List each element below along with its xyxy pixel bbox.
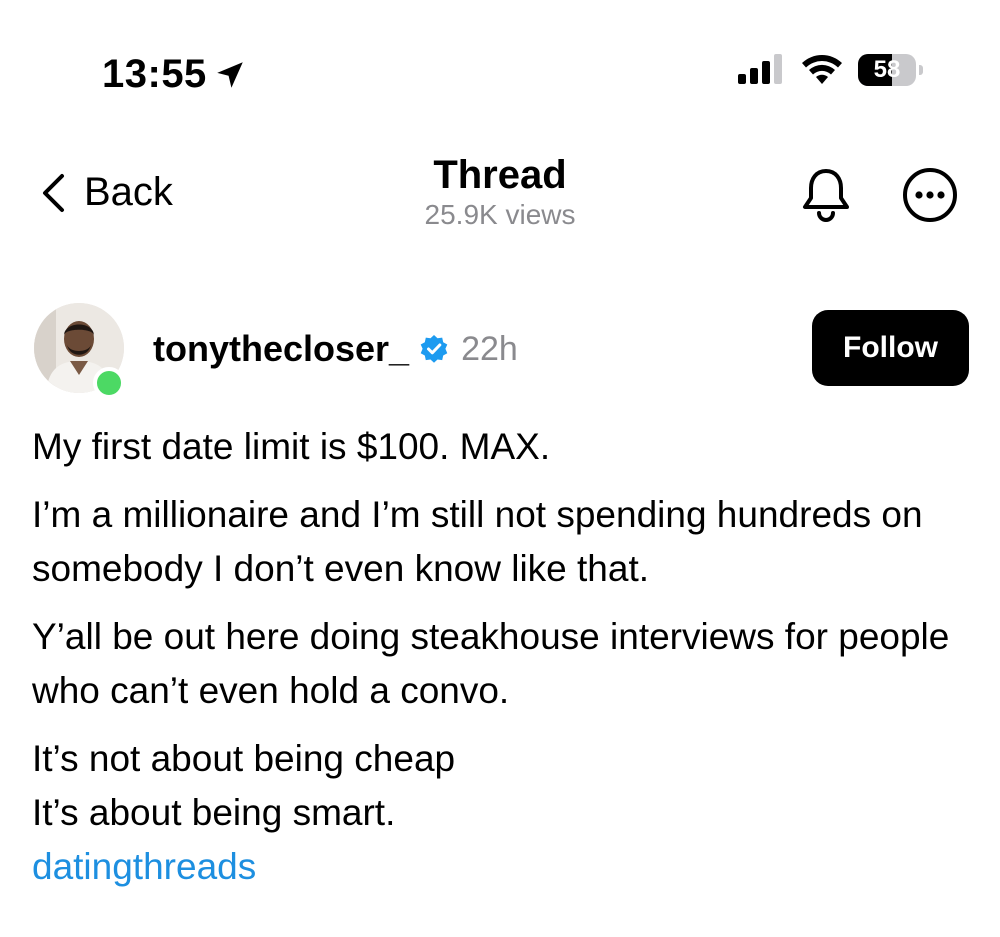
wifi-icon xyxy=(802,55,842,84)
follow-button[interactable]: Follow xyxy=(812,310,969,386)
post-paragraph: My first date limit is $100. MAX. xyxy=(32,426,551,467)
author-line: tonythecloser_ 22h xyxy=(153,328,518,370)
back-button[interactable]: Back xyxy=(40,170,173,215)
post-timestamp: 22h xyxy=(461,329,518,368)
battery-indicator: 58 xyxy=(858,54,923,86)
status-time: 13:55 xyxy=(102,52,247,97)
clock-label: 13:55 xyxy=(102,52,207,96)
location-arrow-icon xyxy=(217,61,243,88)
battery-nub xyxy=(919,65,923,75)
post-paragraph: It’s not about being cheap xyxy=(32,738,456,779)
more-icon xyxy=(903,168,957,222)
chevron-left-icon xyxy=(43,173,64,212)
more-options-button[interactable] xyxy=(901,166,959,229)
cellular-signal-icon xyxy=(738,54,782,84)
topic-tag-link[interactable]: datingthreads xyxy=(32,846,256,887)
online-status-dot xyxy=(93,367,125,399)
verified-badge-icon xyxy=(420,335,448,363)
status-indicators: 58 xyxy=(738,54,923,86)
post-paragraph: Y’all be out here doing steakhouse inter… xyxy=(32,616,950,711)
post-paragraph: I’m a millionaire and I’m still not spen… xyxy=(32,494,923,589)
notifications-button[interactable] xyxy=(797,165,855,228)
post-body: My first date limit is $100. MAX. I’m a … xyxy=(32,420,972,894)
post-paragraph: It’s about being smart. xyxy=(32,792,396,833)
back-label: Back xyxy=(84,170,173,214)
bell-icon xyxy=(803,169,849,222)
battery-percent: 58 xyxy=(873,56,901,83)
username[interactable]: tonythecloser_ xyxy=(153,328,409,370)
